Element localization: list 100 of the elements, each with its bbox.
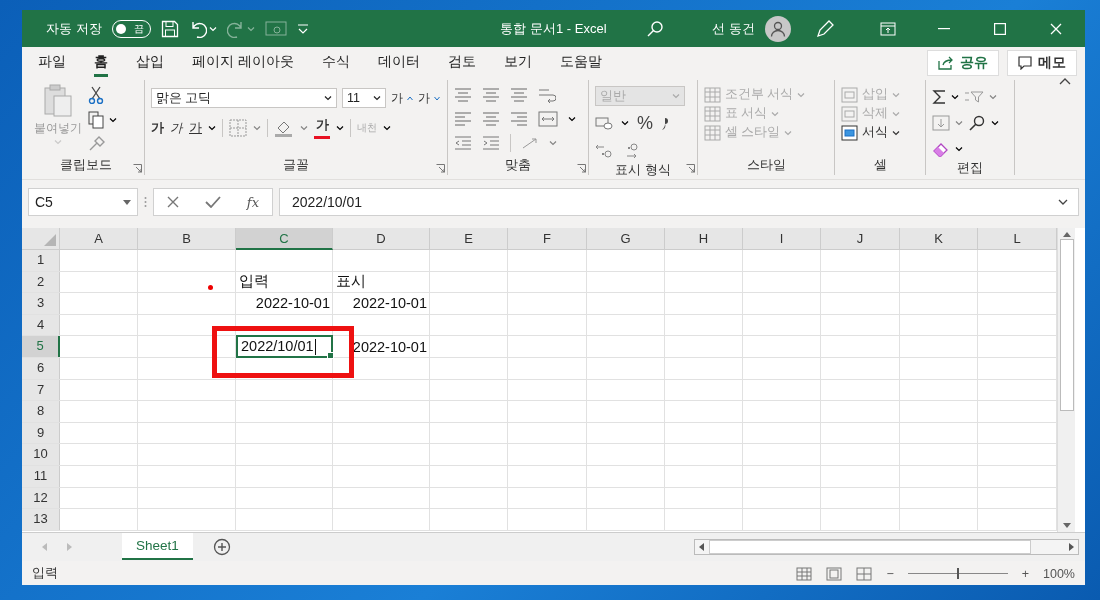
column-header[interactable]: A xyxy=(60,228,138,250)
column-header[interactable]: F xyxy=(508,228,587,250)
accounting-format-icon[interactable] xyxy=(595,116,613,130)
dropdown-triangle-icon[interactable] xyxy=(123,199,131,205)
align-center-icon[interactable] xyxy=(482,112,500,126)
autosum-icon[interactable] xyxy=(932,89,946,105)
ribbon-tab[interactable]: 수식 xyxy=(311,49,360,75)
column-header[interactable]: I xyxy=(743,228,821,250)
zoom-in-button[interactable]: + xyxy=(1021,566,1029,581)
redo-icon[interactable] xyxy=(226,19,245,38)
column-header[interactable]: K xyxy=(900,228,978,250)
vertical-scrollbar[interactable] xyxy=(1057,228,1075,532)
row-header[interactable]: 12 xyxy=(22,487,60,509)
horizontal-scrollbar[interactable] xyxy=(694,539,1079,555)
check-icon[interactable] xyxy=(204,196,221,208)
row-header[interactable]: 2 xyxy=(22,271,60,293)
save-icon[interactable] xyxy=(160,19,179,38)
caret-icon[interactable] xyxy=(109,117,117,123)
add-sheet-icon[interactable] xyxy=(212,538,231,556)
row-header[interactable]: 4 xyxy=(22,314,60,336)
row-header[interactable]: 13 xyxy=(22,509,60,530)
ribbon-tab[interactable]: 홈 xyxy=(84,49,118,75)
caret-icon[interactable] xyxy=(951,94,959,100)
maximize-icon[interactable] xyxy=(994,22,1006,35)
ribbon-tab[interactable]: 삽입 xyxy=(126,49,174,75)
zoom-out-button[interactable]: − xyxy=(886,566,894,581)
page-break-icon[interactable] xyxy=(856,566,873,581)
share-button[interactable]: 공유 xyxy=(927,50,999,76)
ribbon-display-icon[interactable] xyxy=(880,21,896,36)
align-right-icon[interactable] xyxy=(510,112,528,126)
caret-icon[interactable] xyxy=(208,125,216,131)
zoom-slider-thumb[interactable] xyxy=(956,568,959,579)
column-header[interactable]: L xyxy=(978,228,1057,250)
insert-function-button[interactable]: fx xyxy=(246,194,259,210)
cancel-icon[interactable] xyxy=(166,196,179,208)
touch-mode-icon[interactable] xyxy=(264,19,287,38)
dialog-launcher-icon[interactable] xyxy=(577,164,586,173)
ribbon-tab[interactable]: 도움말 xyxy=(549,49,612,75)
caret-icon[interactable] xyxy=(383,125,391,131)
column-header[interactable]: G xyxy=(587,228,665,250)
pen-icon[interactable] xyxy=(815,18,835,39)
ribbon-tab[interactable]: 검토 xyxy=(437,49,486,75)
row-header[interactable]: 11 xyxy=(22,465,60,487)
align-middle-icon[interactable] xyxy=(482,88,500,102)
sheet-tab[interactable]: Sheet1 xyxy=(122,533,193,560)
row-header[interactable]: 10 xyxy=(22,444,60,465)
share-icon[interactable] xyxy=(938,56,954,70)
cells-grid-icon[interactable] xyxy=(841,124,858,141)
align-left-icon[interactable] xyxy=(454,112,472,126)
active-cell[interactable]: 2022/10/01 xyxy=(236,335,333,358)
comments-button[interactable]: 메모 xyxy=(1007,50,1077,76)
column-header[interactable]: C xyxy=(236,228,333,250)
caret-icon[interactable] xyxy=(568,116,576,122)
formula-field[interactable]: 2022/10/01 xyxy=(279,188,1079,216)
ribbon-tab[interactable]: 보기 xyxy=(493,49,542,75)
row-header[interactable]: 5 xyxy=(22,336,60,357)
fill-color-icon[interactable] xyxy=(274,119,294,137)
format-painter-icon[interactable] xyxy=(88,136,106,152)
wrap-text-icon[interactable] xyxy=(538,87,556,103)
ribbon-tab[interactable]: 파일 xyxy=(28,49,76,75)
caret-icon[interactable] xyxy=(324,95,332,101)
caret-icon[interactable] xyxy=(892,129,900,136)
caret-icon[interactable] xyxy=(621,120,629,126)
search-icon[interactable] xyxy=(968,115,986,131)
merge-cells-icon[interactable] xyxy=(538,111,558,127)
increase-decimal-icon[interactable] xyxy=(595,142,613,160)
eraser-icon[interactable] xyxy=(932,141,950,157)
dialog-launcher-icon[interactable] xyxy=(436,164,445,173)
row-header[interactable]: 1 xyxy=(22,250,60,271)
caret-icon[interactable] xyxy=(991,120,999,126)
zoom-level[interactable]: 100% xyxy=(1043,566,1075,581)
name-box[interactable]: C5 xyxy=(28,188,138,216)
align-bottom-icon[interactable] xyxy=(510,88,528,102)
comma-style-icon[interactable] xyxy=(661,116,669,130)
down-caret-icon[interactable] xyxy=(434,95,440,101)
align-top-icon[interactable] xyxy=(454,88,472,102)
copy-icon[interactable] xyxy=(88,111,104,129)
scroll-down-icon[interactable] xyxy=(1062,523,1071,528)
scroll-up-icon[interactable] xyxy=(1062,232,1071,237)
dialog-launcher-icon[interactable] xyxy=(686,164,695,173)
font-color-button[interactable]: 가 xyxy=(314,117,330,139)
more-options-icon[interactable] xyxy=(144,196,147,208)
caret-icon[interactable] xyxy=(373,95,381,101)
caret-icon[interactable] xyxy=(336,125,344,131)
avatar-icon[interactable] xyxy=(765,15,791,42)
expand-caret-icon[interactable] xyxy=(1058,199,1068,205)
font-name-field[interactable]: 맑은 고딕 xyxy=(151,88,337,108)
row-header[interactable]: 9 xyxy=(22,422,60,444)
row-header[interactable]: 8 xyxy=(22,401,60,422)
decrease-font-size-button[interactable]: 가 xyxy=(418,89,440,107)
row-header[interactable]: 7 xyxy=(22,379,60,401)
customize-toolbar-icon[interactable] xyxy=(296,23,309,34)
column-header[interactable]: D xyxy=(333,228,430,250)
column-header[interactable]: E xyxy=(430,228,508,250)
column-header[interactable]: B xyxy=(138,228,236,250)
scissors-icon[interactable] xyxy=(88,86,104,104)
caret-icon[interactable] xyxy=(955,146,963,152)
bold-button[interactable]: 가 xyxy=(151,119,164,137)
percent-style-button[interactable]: % xyxy=(637,112,653,134)
sort-filter-icon[interactable] xyxy=(964,90,984,104)
